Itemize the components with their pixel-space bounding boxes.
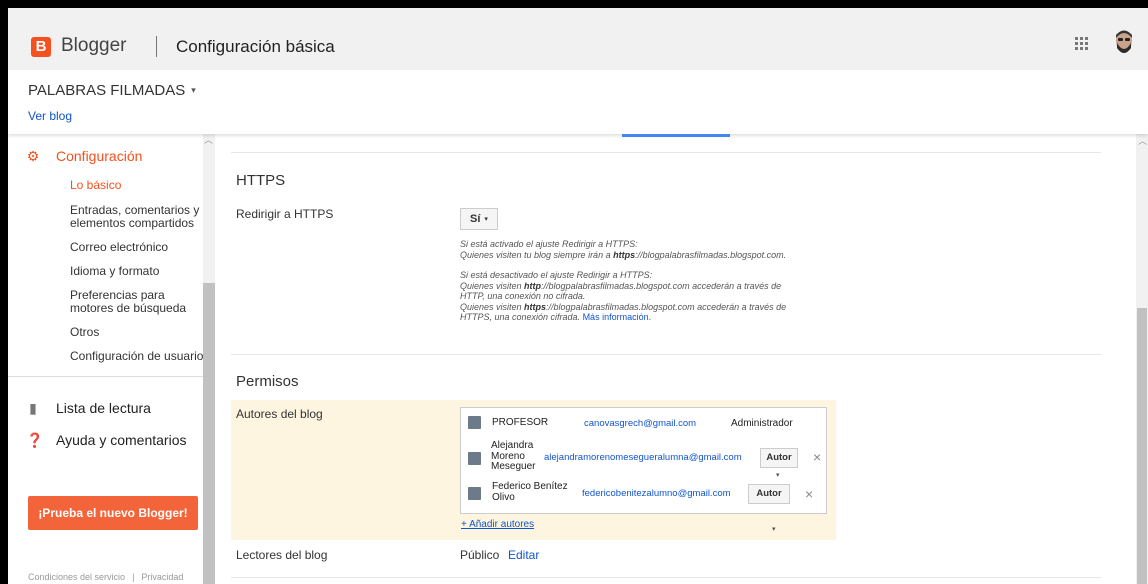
page-title: Configuración básica (176, 37, 335, 56)
note-line: Quienes visiten https://blogpalabrasfilm… (460, 301, 787, 312)
author-email: federicobenitezalumno@gmail.com (582, 488, 731, 499)
sidebar-subitem-search-preferences[interactable]: Preferencias para motores de búsqueda (70, 289, 190, 315)
author-email: canovasgrech@gmail.com (584, 418, 697, 429)
author-avatar (468, 452, 481, 465)
scroll-up-icon[interactable]: ︿ (204, 133, 213, 146)
chevron-down-icon: ▾ (484, 216, 488, 223)
top-app-bar: B Blogger Configuración básica (8, 8, 1148, 70)
active-tab-indicator (622, 134, 730, 137)
apps-grid-icon[interactable] (1075, 37, 1089, 51)
sidebar-item-help[interactable]: ❓ Ayuda y comentarios (26, 432, 186, 449)
sidebar-subitem-language[interactable]: Idioma y formato (70, 265, 159, 278)
terms-link[interactable]: Condiciones del servicio (28, 572, 125, 582)
note-line: HTTP, una conexión no cifrada. (460, 291, 586, 301)
sidebar-item-settings[interactable]: ⚙ Configuración (26, 148, 143, 165)
help-icon: ❓ (26, 432, 44, 448)
add-authors-link[interactable]: + Añadir autores (461, 519, 534, 530)
author-avatar (468, 416, 481, 429)
sidebar-subitem-email[interactable]: Correo electrónico (70, 241, 168, 254)
note-line: Quienes visiten tu blog siempre irán a h… (460, 249, 787, 260)
https-section-title: HTTPS (236, 172, 286, 189)
blogger-logo-icon[interactable]: B (31, 37, 51, 57)
section-divider (231, 577, 1101, 578)
account-avatar[interactable] (1112, 28, 1136, 58)
bookmark-icon: ▮ (29, 400, 37, 416)
blog-name: PALABRAS FILMADAS (28, 82, 186, 99)
blog-authors-label: Autores del blog (236, 407, 323, 421)
main-scrollbar-thumb[interactable] (1137, 308, 1147, 584)
redirect-https-label: Redirigir a HTTPS (236, 207, 334, 221)
view-blog-link[interactable]: Ver blog (28, 109, 72, 123)
sidebar-item-label: Lista de lectura (56, 400, 151, 416)
note-line: Si está desactivado el ajuste Redirigir … (460, 270, 653, 280)
sidebar-item-reading-list[interactable]: ▮ Lista de lectura (26, 400, 151, 417)
note-line: HTTPS, una conexión cifrada. Más informa… (460, 312, 652, 322)
author-name: PROFESOR (492, 417, 549, 428)
note-line: Quienes visiten http://blogpalabrasfilma… (460, 280, 782, 291)
author-role-select[interactable]: Autor (748, 484, 790, 504)
sidebar-subitem-posts-comments[interactable]: Entradas, comentarios y elementos compar… (70, 204, 210, 230)
chevron-down-icon: ▾ (776, 472, 780, 479)
permissions-section-title: Permisos (236, 373, 299, 390)
blogger-settings-window: B Blogger Configuración básica PALABRAS … (8, 8, 1148, 584)
sidebar-divider (8, 376, 203, 377)
footer-separator: | (132, 572, 135, 582)
select-value: Sí (470, 213, 481, 225)
author-role-select[interactable]: Autor (760, 448, 798, 468)
section-divider (231, 152, 1101, 153)
edit-readers-link[interactable]: Editar (508, 548, 539, 562)
sidebar-item-label: Ayuda y comentarios (56, 432, 187, 448)
redirect-https-select[interactable]: Sí ▾ (460, 208, 498, 230)
blog-selector[interactable]: PALABRAS FILMADAS ▾ (28, 82, 196, 99)
chevron-down-icon: ▾ (191, 85, 196, 95)
section-divider (231, 354, 1101, 355)
author-email: alejandramorenomesegueralumna@gmail.com (544, 452, 742, 463)
https-off-note: Si está desactivado el ajuste Redirigir … (460, 270, 880, 323)
blog-readers-value: Público (460, 548, 500, 562)
try-new-blogger-button[interactable]: ¡Prueba el nuevo Blogger! (28, 496, 198, 530)
brand-name[interactable]: Blogger (61, 35, 127, 57)
remove-author-icon[interactable]: × (813, 449, 821, 465)
blog-selector-bar: PALABRAS FILMADAS ▾ Ver blog (8, 70, 1148, 134)
footer-links: Condiciones del servicio | Privacidad (28, 572, 183, 582)
sidebar-subitem-user-settings[interactable]: Configuración de usuario (70, 350, 203, 363)
chevron-down-icon: ▾ (772, 526, 776, 533)
sidebar-scrollbar-thumb[interactable] (203, 283, 215, 584)
author-avatar (468, 487, 481, 500)
privacy-link[interactable]: Privacidad (141, 572, 183, 582)
scroll-up-icon[interactable]: ︿ (1138, 134, 1147, 147)
blog-readers-label: Lectores del blog (236, 548, 328, 562)
author-name: Federico Benítez Olivo (492, 481, 568, 503)
gear-icon: ⚙ (26, 148, 40, 164)
note-line: Si está activado el ajuste Redirigir a H… (460, 239, 638, 249)
author-role: Administrador (731, 418, 793, 429)
remove-author-icon[interactable]: × (805, 486, 813, 502)
header-divider (156, 36, 157, 57)
sidebar-subitem-other[interactable]: Otros (70, 326, 99, 339)
https-on-note: Si está activado el ajuste Redirigir a H… (460, 239, 880, 260)
more-info-link[interactable]: Más información. (583, 312, 652, 322)
author-name: Alejandra Moreno Meseguer (491, 440, 536, 472)
sidebar-subitem-basics[interactable]: Lo básico (70, 179, 121, 192)
sidebar-item-label: Configuración (56, 148, 143, 164)
